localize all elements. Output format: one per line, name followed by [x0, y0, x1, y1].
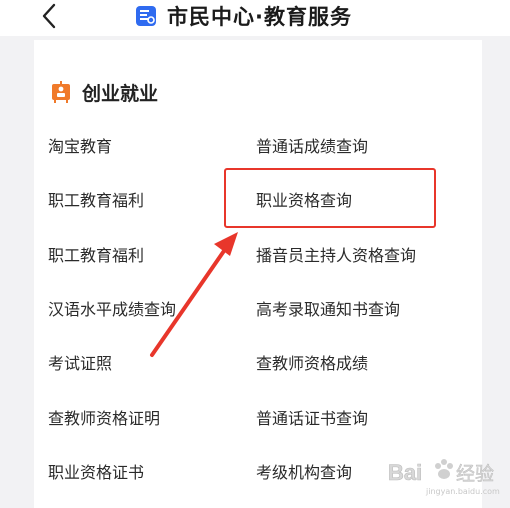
highlight-box: [224, 168, 436, 228]
service-item-hsk-score-query[interactable]: 汉语水平成绩查询: [48, 299, 176, 321]
service-item-mandarin-certificate-query[interactable]: 普通话证书查询: [256, 408, 368, 430]
section-title: 创业就业: [82, 82, 159, 105]
section-header: 创业就业: [50, 76, 158, 108]
service-card: [34, 40, 482, 508]
podium-icon: [52, 81, 70, 103]
service-item-teacher-qualification-proof[interactable]: 查教师资格证明: [48, 408, 160, 430]
page-title-group: 市民中心·教育服务: [135, 2, 352, 30]
page-title: 市民中心·教育服务: [167, 5, 352, 29]
svg-text:Bai: Bai: [388, 460, 422, 485]
service-item-admission-letter-query[interactable]: 高考录取通知书查询: [256, 299, 400, 321]
service-item-taobao-education[interactable]: 淘宝教育: [48, 136, 112, 158]
service-item-worker-education-welfare-2[interactable]: 职工教育福利: [48, 245, 144, 267]
service-item-worker-education-welfare[interactable]: 职工教育福利: [48, 190, 144, 212]
service-item-mandarin-score-query[interactable]: 普通话成绩查询: [256, 136, 368, 158]
chevron-left-icon[interactable]: [38, 2, 62, 30]
watermark-logo: Bai 经验 jingyan.baidu.com: [386, 452, 508, 498]
document-icon: [136, 6, 156, 26]
top-bar: 市民中心·教育服务: [0, 0, 510, 36]
service-item-exam-certificates[interactable]: 考试证照: [48, 353, 112, 375]
service-item-broadcaster-qualification-query[interactable]: 播音员主持人资格查询: [256, 245, 416, 267]
svg-text:jingyan.baidu.com: jingyan.baidu.com: [425, 487, 500, 496]
service-item-teacher-qualification-score[interactable]: 查教师资格成绩: [256, 353, 368, 375]
svg-text:经验: 经验: [456, 463, 494, 485]
service-item-vocational-certificate[interactable]: 职业资格证书: [48, 462, 144, 484]
service-item-grading-agency-query[interactable]: 考级机构查询: [256, 462, 352, 484]
